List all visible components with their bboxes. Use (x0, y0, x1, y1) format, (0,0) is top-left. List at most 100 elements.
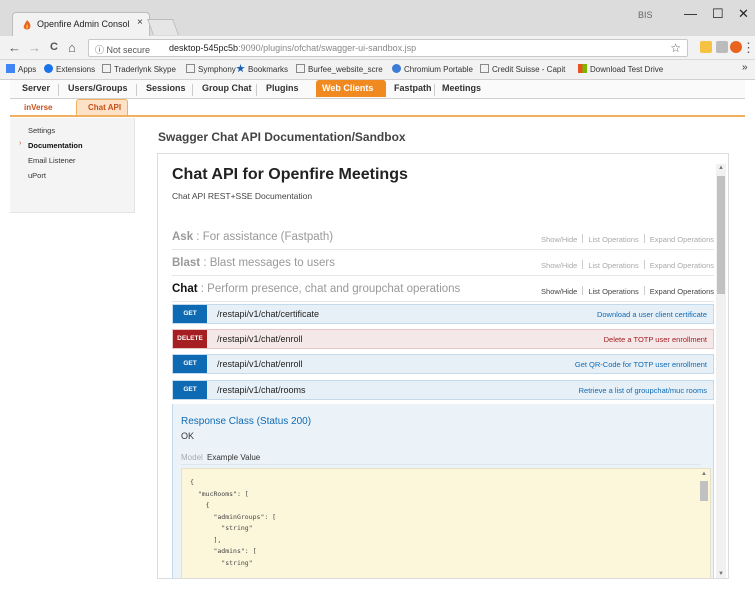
operation-get-rooms[interactable]: GET /restapi/v1/chat/rooms Retrieve a li… (172, 380, 714, 400)
admin-main-nav: Server Users/Groups Sessions Group Chat … (10, 80, 745, 99)
nav-meetings[interactable]: Meetings (442, 83, 481, 93)
resource-title[interactable]: Chat : Perform presence, chat and groupc… (172, 283, 460, 295)
operation-summary[interactable]: Delete a TOTP user enrollment (604, 335, 707, 344)
operation-path[interactable]: /restapi/v1/chat/enroll (217, 334, 303, 344)
response-status: OK (181, 431, 195, 441)
nav-plugins[interactable]: Plugins (266, 83, 299, 93)
nav-group-chat[interactable]: Group Chat (202, 83, 252, 93)
expand-operations-link[interactable]: Expand Operations (650, 235, 714, 244)
extension-icon[interactable] (730, 41, 742, 53)
address-bar-row: ← → C ⌂ ⓘ Not secure desktop-545pc5b:909… (0, 36, 755, 60)
resource-ops: Show/Hide List Operations Expand Operation… (541, 234, 714, 244)
star-icon (236, 64, 245, 73)
expand-operations-link[interactable]: Expand Operations (650, 261, 714, 270)
sidebar-item-documentation[interactable]: Documentation (28, 141, 83, 150)
bookmark-apps[interactable]: Apps (6, 64, 36, 74)
nav-web-clients[interactable]: Web Clients (322, 83, 373, 93)
close-window-icon[interactable]: ✕ (738, 6, 749, 22)
bookmark-chromium[interactable]: Chromium Portable (392, 64, 473, 74)
operation-path[interactable]: /restapi/v1/chat/rooms (217, 385, 306, 395)
back-icon[interactable]: ← (8, 40, 21, 55)
bookmark-burfee[interactable]: Burfee_website_scre (296, 64, 383, 74)
resource-title[interactable]: Ask : For assistance (Fastpath) (172, 231, 333, 243)
page-icon (186, 64, 195, 73)
list-operations-link[interactable]: List Operations (588, 287, 638, 296)
frame-scrollbar[interactable]: ▲ ▼ (716, 164, 726, 578)
http-verb-badge: DELETE (173, 330, 207, 348)
bookmark-extensions[interactable]: Extensions (44, 64, 95, 74)
bookmarks-bar: Apps Extensions Traderlynk Skype Symphon… (0, 60, 755, 80)
nav-sessions[interactable]: Sessions (146, 83, 186, 93)
operation-path[interactable]: /restapi/v1/chat/enroll (217, 359, 303, 369)
bookmarks-overflow-icon[interactable]: » (742, 62, 748, 73)
list-operations-link[interactable]: List Operations (588, 235, 638, 244)
show-hide-link[interactable]: Show/Hide (541, 287, 577, 296)
new-tab-button[interactable] (147, 19, 179, 35)
tab-title: Openfire Admin Console (37, 19, 129, 29)
resource-ask: Ask : For assistance (Fastpath) Show/Hid… (172, 226, 714, 250)
url-input[interactable]: ⓘ Not secure desktop-545pc5b:9090/plugin… (88, 39, 688, 57)
bookmark-symphony[interactable]: Symphony (186, 64, 236, 74)
operation-path[interactable]: /restapi/v1/chat/certificate (217, 309, 319, 319)
bookmark-credit-suisse[interactable]: Credit Suisse - Capit (480, 64, 565, 74)
bookmark-bookmarks[interactable]: Bookmarks (236, 64, 288, 74)
maximize-icon[interactable]: ☐ (712, 6, 724, 22)
sidebar-item-settings[interactable]: Settings (28, 126, 55, 135)
example-value-code[interactable]: { "mucRooms": [ { "adminGroups": [ "stri… (181, 468, 711, 578)
resource-title[interactable]: Blast : Blast messages to users (172, 257, 335, 269)
not-secure-label[interactable]: ⓘ Not secure (95, 43, 150, 56)
forward-icon[interactable]: → (28, 40, 41, 55)
bookmark-download-test-drive[interactable]: Download Test Drive (578, 64, 663, 74)
subnav-inverse[interactable]: inVerse (24, 103, 52, 112)
scrollbar-thumb[interactable] (700, 481, 708, 501)
sidebar-item-email-listener[interactable]: Email Listener (28, 156, 76, 165)
reload-icon[interactable]: C (50, 41, 58, 53)
operation-summary[interactable]: Retrieve a list of groupchat/muc rooms (579, 386, 707, 395)
code-scrollbar[interactable]: ▲ (700, 471, 708, 578)
nav-divider (58, 84, 59, 96)
resource-ops: Show/Hide List Operations Expand Operation… (541, 260, 714, 270)
nav-users-groups[interactable]: Users/Groups (68, 83, 128, 93)
operation-delete-enroll[interactable]: DELETE /restapi/v1/chat/enroll Delete a … (172, 329, 714, 349)
bookmark-traderlynk[interactable]: Traderlynk Skype (102, 64, 176, 74)
page-icon (480, 64, 489, 73)
operation-summary[interactable]: Get QR-Code for TOTP user enrollment (575, 360, 707, 369)
apps-grid-icon (6, 64, 15, 73)
home-icon[interactable]: ⌂ (68, 40, 76, 55)
scroll-up-icon[interactable]: ▲ (718, 165, 724, 171)
scrollbar-thumb[interactable] (717, 176, 725, 294)
openfire-flame-icon (23, 20, 31, 30)
browser-tab[interactable]: Openfire Admin Console × (12, 12, 150, 36)
bookmark-star-icon[interactable]: ☆ (670, 41, 681, 55)
operation-get-certificate[interactable]: GET /restapi/v1/chat/certificate Downloa… (172, 304, 714, 324)
scroll-up-icon[interactable]: ▲ (701, 471, 707, 477)
show-hide-link[interactable]: Show/Hide (541, 235, 577, 244)
api-title: Chat API for Openfire Meetings (172, 166, 408, 183)
resource-blast: Blast : Blast messages to users Show/Hid… (172, 252, 714, 276)
operation-get-enroll[interactable]: GET /restapi/v1/chat/enroll Get QR-Code … (172, 354, 714, 374)
nav-fastpath[interactable]: Fastpath (394, 83, 432, 93)
sidebar-item-uport[interactable]: uPort (28, 171, 46, 180)
example-value-tab[interactable]: Example Value (207, 453, 260, 462)
list-operations-link[interactable]: List Operations (588, 261, 638, 270)
subnav-chat-api[interactable]: Chat API (88, 103, 121, 112)
browser-menu-icon[interactable]: ⋮ (742, 40, 755, 56)
model-tab[interactable]: Model (181, 453, 203, 462)
http-verb-badge: GET (173, 305, 207, 323)
minimize-icon[interactable]: — (684, 6, 697, 21)
expand-operations-link[interactable]: Expand Operations (650, 287, 714, 296)
nav-divider (136, 84, 137, 96)
scroll-down-icon[interactable]: ▼ (718, 571, 724, 577)
tab-divider (181, 464, 701, 465)
show-hide-link[interactable]: Show/Hide (541, 261, 577, 270)
nav-divider (192, 84, 193, 96)
operation-summary[interactable]: Download a user client certificate (597, 310, 707, 319)
puzzle-icon (44, 64, 53, 73)
extension-icon[interactable] (716, 41, 728, 53)
tab-close-icon[interactable]: × (137, 17, 143, 28)
extension-icon[interactable] (700, 41, 712, 53)
window-user-label: BIS (638, 10, 653, 20)
http-verb-badge: GET (173, 381, 207, 399)
url-text: desktop-545pc5b:9090/plugins/ofchat/swag… (169, 43, 416, 53)
nav-server[interactable]: Server (22, 83, 50, 93)
